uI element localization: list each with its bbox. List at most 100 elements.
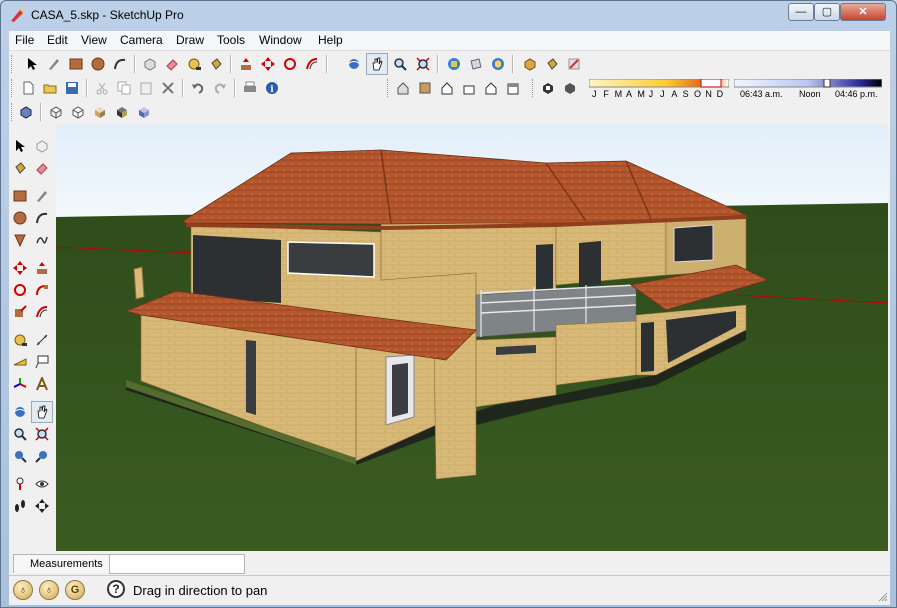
tool-pan[interactable] — [366, 53, 388, 75]
undo-button[interactable] — [187, 77, 209, 99]
tool-circle[interactable] — [87, 53, 109, 75]
tool-move[interactable] — [257, 53, 279, 75]
new-file-button[interactable] — [17, 77, 39, 99]
tool-eraser[interactable] — [43, 53, 65, 75]
title-bar[interactable]: CASA_5.skp - SketchUp Pro — ▢ ✕ — [1, 1, 896, 29]
menu-camera[interactable]: Camera — [120, 33, 163, 47]
monochrome-button[interactable] — [133, 101, 155, 123]
help-question-icon[interactable]: ? — [107, 580, 125, 598]
resize-grip-icon[interactable] — [878, 592, 888, 602]
left-next-view-tool[interactable] — [31, 445, 53, 467]
model-info-button[interactable]: i — [261, 77, 283, 99]
tool-rectangle[interactable] — [65, 53, 87, 75]
left-move-tool[interactable] — [9, 257, 31, 279]
tool-push-pull[interactable] — [235, 53, 257, 75]
menu-draw[interactable]: Draw — [176, 33, 204, 47]
view-front-button[interactable] — [436, 77, 458, 99]
tool-offset[interactable] — [301, 53, 323, 75]
tool-orbit[interactable] — [343, 53, 365, 75]
tool-share-component[interactable] — [487, 53, 509, 75]
left-previous-view-tool[interactable] — [9, 445, 31, 467]
left-arc-tool[interactable] — [31, 207, 53, 229]
minimize-button[interactable]: — — [788, 3, 814, 21]
view-iso-button[interactable] — [392, 77, 414, 99]
shaded-button[interactable] — [89, 101, 111, 123]
left-rectangle-tool[interactable] — [9, 185, 31, 207]
menu-file[interactable]: File — [15, 33, 34, 47]
measurements-input[interactable] — [109, 554, 245, 574]
menu-tools[interactable]: Tools — [217, 33, 245, 47]
left-push-pull-tool[interactable] — [31, 257, 53, 279]
time-slider[interactable] — [734, 79, 882, 89]
menu-window[interactable]: Window — [259, 33, 302, 47]
month-slider[interactable] — [589, 79, 729, 89]
toolbar-grip-shadows[interactable] — [532, 79, 536, 97]
left-text-tool[interactable] — [31, 351, 53, 373]
left-select-tool[interactable] — [9, 135, 31, 157]
toolbar-grip-2[interactable] — [11, 79, 15, 97]
view-right-button[interactable] — [458, 77, 480, 99]
left-position-camera-tool[interactable] — [9, 473, 31, 495]
left-scale-tool[interactable] — [9, 301, 31, 323]
toolbar-grip[interactable] — [11, 55, 15, 73]
tool-zoom-extents[interactable] — [412, 53, 434, 75]
shadow-settings-button[interactable] — [537, 77, 559, 99]
open-file-button[interactable] — [39, 77, 61, 99]
left-section-tool[interactable] — [31, 495, 53, 517]
left-line-tool[interactable] — [31, 185, 53, 207]
menu-help[interactable]: Help — [318, 33, 343, 47]
maximize-button[interactable]: ▢ — [814, 3, 840, 21]
shaded-textures-button[interactable] — [111, 101, 133, 123]
tool-get-models[interactable] — [443, 53, 465, 75]
geolocation-icon[interactable]: ♁ — [13, 580, 33, 600]
left-pan-tool[interactable] — [31, 401, 53, 423]
menu-view[interactable]: View — [81, 33, 107, 47]
tool-select[interactable] — [21, 53, 43, 75]
tool-zoom[interactable] — [389, 53, 411, 75]
close-button[interactable]: ✕ — [840, 3, 886, 21]
left-tape-tool[interactable] — [9, 329, 31, 351]
copy-button[interactable] — [113, 77, 135, 99]
left-polygon-tool[interactable] — [9, 229, 31, 251]
left-rotate-tool[interactable] — [9, 279, 31, 301]
model-viewport[interactable] — [56, 125, 888, 551]
left-circle-tool[interactable] — [9, 207, 31, 229]
tool-arc[interactable] — [109, 53, 131, 75]
view-back-button[interactable] — [480, 77, 502, 99]
left-dimension-tool[interactable] — [31, 329, 53, 351]
paste-button[interactable] — [135, 77, 157, 99]
view-left-button[interactable] — [502, 77, 524, 99]
view-top-button[interactable] — [414, 77, 436, 99]
left-offset-tool[interactable] — [31, 301, 53, 323]
left-zoom-tool[interactable] — [9, 423, 31, 445]
left-axes-tool[interactable] — [9, 373, 31, 395]
left-walk-tool[interactable] — [9, 495, 31, 517]
tool-materials[interactable] — [541, 53, 563, 75]
save-file-button[interactable] — [61, 77, 83, 99]
left-orbit-tool[interactable] — [9, 401, 31, 423]
left-follow-me-tool[interactable] — [31, 279, 53, 301]
delete-button[interactable] — [157, 77, 179, 99]
credits-icon[interactable]: ♁ — [39, 580, 59, 600]
print-button[interactable] — [239, 77, 261, 99]
left-zoom-window-tool[interactable] — [31, 423, 53, 445]
tool-components[interactable] — [519, 53, 541, 75]
tool-styles[interactable] — [563, 53, 585, 75]
cut-button[interactable] — [91, 77, 113, 99]
tool-share-model[interactable] — [465, 53, 487, 75]
hidden-line-button[interactable] — [67, 101, 89, 123]
menu-edit[interactable]: Edit — [47, 33, 68, 47]
wireframe-button[interactable] — [45, 101, 67, 123]
left-component-tool[interactable] — [31, 135, 53, 157]
toolbar-grip-views[interactable] — [387, 79, 391, 97]
left-paint-tool[interactable] — [9, 157, 31, 179]
tool-paint-bucket[interactable] — [205, 53, 227, 75]
tool-rotate[interactable] — [279, 53, 301, 75]
tool-make-component[interactable] — [139, 53, 161, 75]
left-3d-text-tool[interactable] — [31, 373, 53, 395]
left-freehand-tool[interactable] — [31, 229, 53, 251]
left-eraser-tool[interactable] — [31, 157, 53, 179]
tool-tape-measure[interactable] — [183, 53, 205, 75]
tool-eraser-2[interactable] — [161, 53, 183, 75]
display-shadows-button[interactable] — [559, 77, 581, 99]
